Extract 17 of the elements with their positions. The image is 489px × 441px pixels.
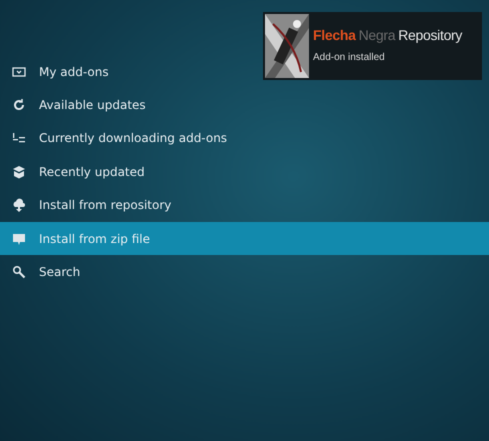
title-word: Negra bbox=[358, 26, 396, 44]
menu-item[interactable]: Search bbox=[0, 255, 84, 289]
zip-file-icon bbox=[12, 232, 26, 246]
menu-item[interactable]: Recently updated bbox=[0, 155, 149, 189]
title-word: Flecha bbox=[313, 26, 356, 44]
refresh-icon bbox=[12, 98, 26, 112]
notification-message: Add-on installed bbox=[313, 51, 386, 66]
package-icon bbox=[12, 164, 26, 179]
download-icon bbox=[12, 131, 26, 146]
menu-item[interactable]: Available updates bbox=[0, 88, 150, 122]
title-word: Repository bbox=[398, 26, 462, 44]
tray-icon bbox=[12, 64, 26, 79]
menu-item[interactable]: Install from repository bbox=[0, 188, 176, 222]
search-icon bbox=[12, 265, 26, 280]
menu-item[interactable]: Currently downloading add-ons bbox=[0, 122, 232, 156]
menu-item[interactable]: My add-ons bbox=[0, 55, 113, 88]
cloud-download-icon bbox=[12, 198, 26, 212]
